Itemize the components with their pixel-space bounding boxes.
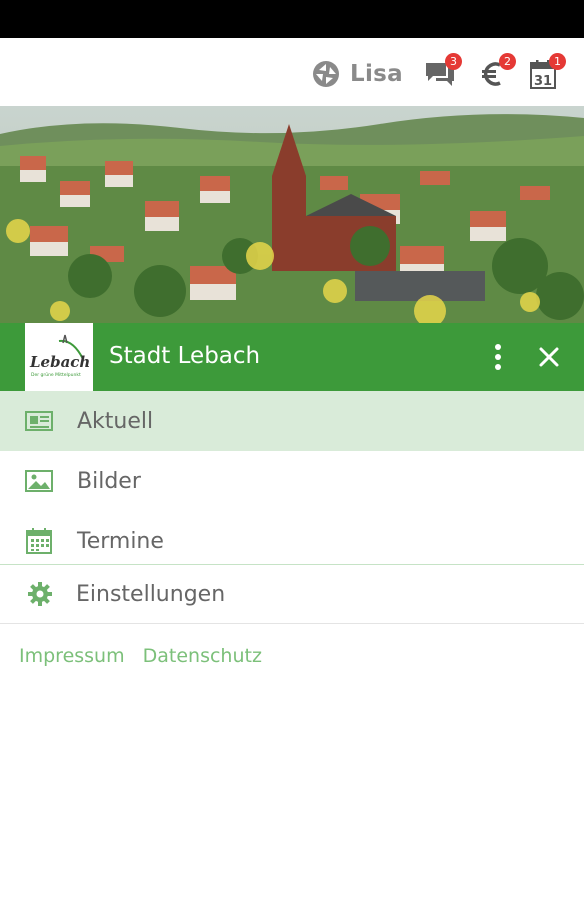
- impressum-link[interactable]: Impressum: [19, 645, 125, 667]
- messages-badge: 3: [445, 53, 462, 70]
- nav-item-einstellungen[interactable]: Einstellungen: [0, 565, 584, 623]
- nav-label-einstellungen: Einstellungen: [76, 581, 226, 607]
- nav-label-aktuell: Aktuell: [77, 408, 154, 434]
- nav-label-bilder: Bilder: [77, 468, 141, 494]
- newspaper-icon: [25, 411, 53, 431]
- datenschutz-link[interactable]: Datenschutz: [143, 645, 262, 667]
- hero-image: [0, 106, 584, 323]
- status-bar: [0, 0, 584, 38]
- calendar-button[interactable]: 31 1: [528, 53, 566, 89]
- calendar-icon: [26, 528, 52, 554]
- logo-tagline: Der grüne Mittelpunkt: [31, 372, 81, 378]
- lisa-logo-icon: [313, 61, 339, 87]
- nav-menu: Aktuell Bilder Termine: [0, 391, 584, 571]
- nav-label-termine: Termine: [77, 528, 164, 554]
- nav-item-aktuell[interactable]: Aktuell: [0, 391, 584, 451]
- footer-links: Impressum Datenschutz: [19, 645, 262, 667]
- logo-wordmark: Lebach: [29, 353, 90, 371]
- profile-name: Lisa: [350, 61, 403, 87]
- profile-button[interactable]: Lisa: [312, 60, 403, 88]
- more-vertical-icon: [495, 344, 501, 370]
- more-options-button[interactable]: [484, 341, 512, 373]
- top-bar: Lisa 3 2 31 1: [0, 38, 584, 106]
- calendar-day-number: 31: [534, 74, 552, 89]
- city-logo: Lebach Der grüne Mittelpunkt: [25, 323, 93, 391]
- nav-item-bilder[interactable]: Bilder: [0, 451, 584, 511]
- calendar-badge: 1: [549, 53, 566, 70]
- image-icon: [25, 470, 53, 492]
- payments-button[interactable]: 2: [478, 53, 516, 89]
- page-title: Stadt Lebach: [109, 343, 261, 369]
- footer-divider: [0, 623, 584, 624]
- close-icon: [539, 347, 559, 367]
- messages-button[interactable]: 3: [424, 53, 462, 89]
- gear-icon: [28, 582, 52, 606]
- lebach-logo-icon: Lebach Der grüne Mittelpunkt: [29, 334, 90, 378]
- header-bar: Lebach Der grüne Mittelpunkt Stadt Lebac…: [0, 323, 584, 391]
- nav-item-termine[interactable]: Termine: [0, 511, 584, 571]
- close-button[interactable]: [533, 341, 565, 373]
- payments-badge: 2: [499, 53, 516, 70]
